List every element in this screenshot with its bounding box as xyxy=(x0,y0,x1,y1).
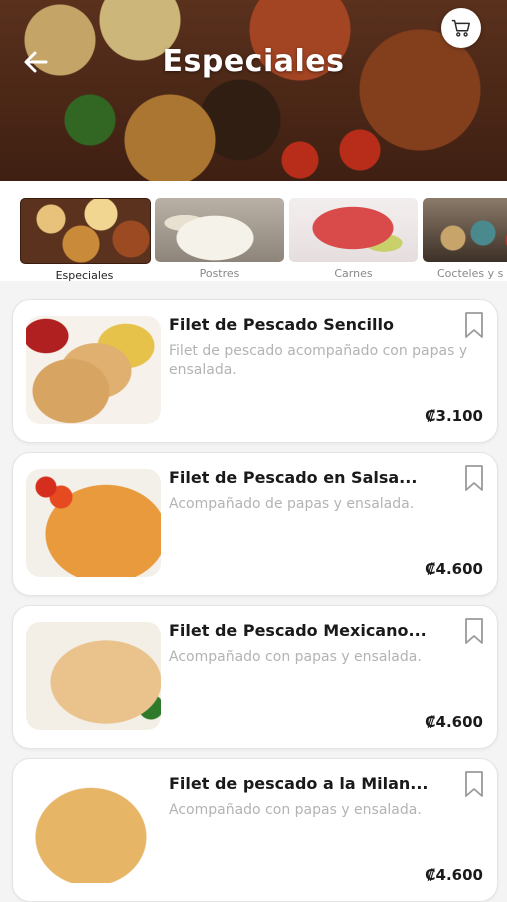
category-image xyxy=(155,198,284,262)
product-card[interactable]: Filet de Pescado Sencillo Filet de pesca… xyxy=(12,299,498,443)
category-label: Postres xyxy=(199,267,240,280)
category-carnes[interactable]: Carnes xyxy=(289,198,418,280)
category-label: Carnes xyxy=(334,267,373,280)
product-image xyxy=(26,775,161,883)
category-especiales[interactable]: Especiales xyxy=(20,198,151,281)
product-description: Acompañado de papas y ensalada. xyxy=(169,496,415,512)
category-cocteles[interactable]: Cocteles y s xyxy=(423,198,507,280)
category-postres[interactable]: Postres xyxy=(155,198,284,280)
product-price: ₡3.100 xyxy=(425,407,483,425)
category-image xyxy=(20,198,151,264)
bookmark-icon[interactable] xyxy=(463,311,485,339)
cart-button[interactable] xyxy=(441,8,481,48)
product-image xyxy=(26,316,161,424)
product-name: Filet de Pescado en Salsa... xyxy=(169,468,418,487)
page-title: Especiales xyxy=(162,44,345,79)
product-name: Filet de Pescado Sencillo xyxy=(169,315,394,334)
header-banner: Especiales xyxy=(0,0,507,181)
product-description: Acompañado con papas y ensalada. xyxy=(169,802,422,818)
product-card[interactable]: Filet de Pescado Mexicano... Acompañado … xyxy=(12,605,498,749)
product-name: Filet de pescado a la Milan... xyxy=(169,774,429,793)
product-price: ₡4.600 xyxy=(425,713,483,731)
category-image xyxy=(289,198,418,262)
category-label: Especiales xyxy=(55,269,114,281)
bookmark-icon[interactable] xyxy=(463,770,485,798)
category-label: Cocteles y s xyxy=(437,267,504,280)
product-description: Filet de pescado acompañado con papas y … xyxy=(169,343,468,378)
bookmark-icon[interactable] xyxy=(463,617,485,645)
product-description: Acompañado con papas y ensalada. xyxy=(169,649,422,665)
shopping-cart-icon xyxy=(451,19,470,37)
category-carousel[interactable]: Especiales Postres Carnes Cocteles y s xyxy=(0,181,507,281)
product-card[interactable]: Filet de pescado a la Milan... Acompañad… xyxy=(12,758,498,902)
bookmark-icon[interactable] xyxy=(463,464,485,492)
product-image xyxy=(26,622,161,730)
product-price: ₡4.600 xyxy=(425,560,483,578)
category-image xyxy=(423,198,507,262)
product-card[interactable]: Filet de Pescado en Salsa... Acompañado … xyxy=(12,452,498,596)
product-image xyxy=(26,469,161,577)
product-name: Filet de Pescado Mexicano... xyxy=(169,621,427,640)
product-price: ₡4.600 xyxy=(425,866,483,884)
